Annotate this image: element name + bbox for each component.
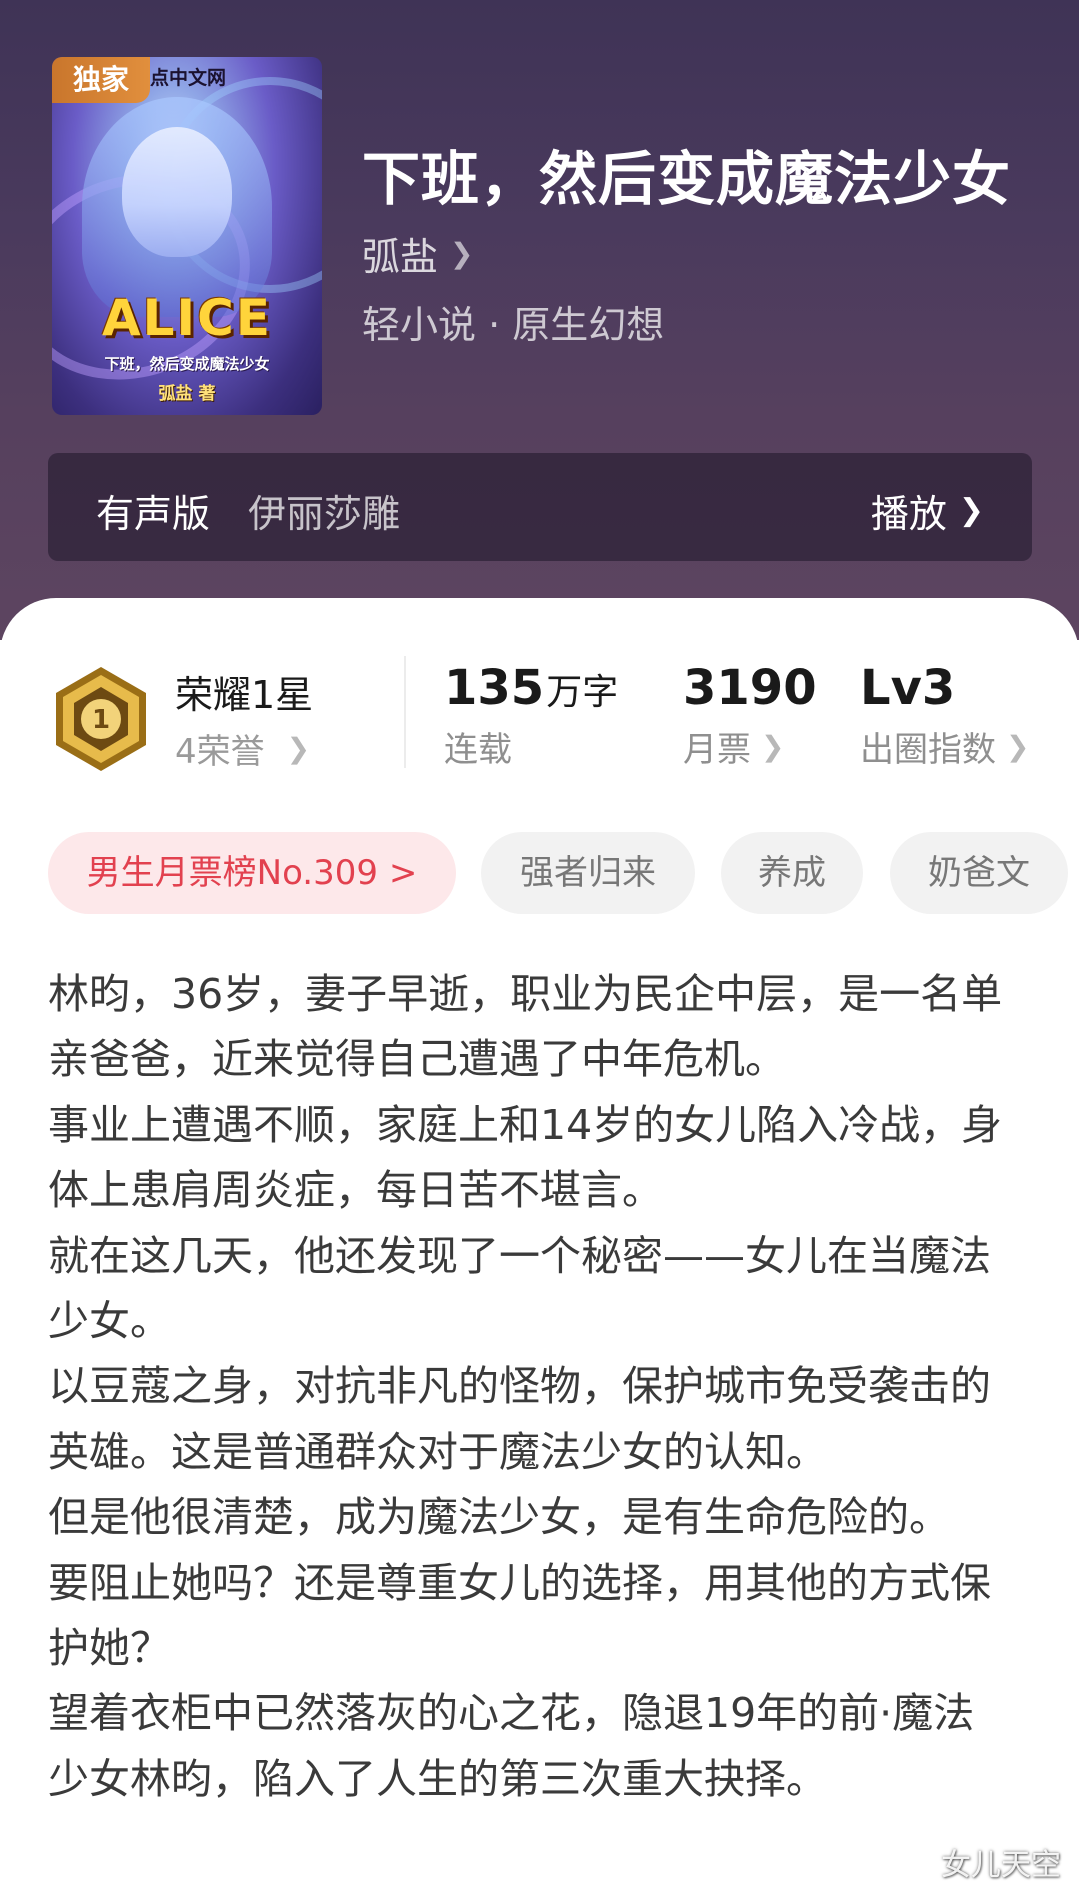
audio-label: 有声版 bbox=[96, 492, 211, 536]
watermark: 女儿天空 bbox=[941, 1848, 1061, 1883]
stat-value: Lv3 bbox=[860, 660, 956, 716]
medal-icon[interactable]: 1 bbox=[52, 665, 150, 773]
divider bbox=[404, 656, 406, 768]
stat-label: 连载 bbox=[444, 730, 512, 770]
stat-label: 月票 bbox=[683, 730, 751, 770]
author-link[interactable]: 弧盐 ❯ bbox=[362, 226, 473, 281]
play-label: 播放 bbox=[870, 492, 947, 536]
book-title: 下班，然后变成魔法少女 bbox=[362, 145, 1012, 213]
medal-number: 1 bbox=[92, 705, 110, 735]
audio-narrator: 伊丽莎雕 bbox=[248, 492, 401, 536]
cover-art-character-face bbox=[122, 127, 232, 257]
synopsis-paragraph: 望着衣柜中已然落灰的心之花，隐退19年的前·魔法少女林昀，陷入了人生的第三次重大… bbox=[48, 1689, 975, 1803]
chevron-right-icon: ❯ bbox=[958, 493, 984, 528]
tag-chip[interactable]: 养成 bbox=[721, 832, 863, 914]
chevron-right-icon: ❯ bbox=[286, 732, 311, 765]
stat-unit: 万字 bbox=[546, 672, 619, 713]
stat-value: 135 bbox=[444, 660, 545, 716]
book-synopsis: 林昀，36岁，妻子早逝，职业为民企中层，是一名单亲爸爸，近来觉得自己遭遇了中年危… bbox=[48, 962, 1008, 1812]
chevron-right-icon: ❯ bbox=[450, 237, 474, 270]
exclusive-badge: 独家 bbox=[52, 57, 150, 103]
book-cover[interactable]: 独家 点中文网 ALICE 下班，然后变成魔法少女 弧盐 著 bbox=[52, 57, 322, 415]
synopsis-paragraph: 林昀，36岁，妻子早逝，职业为民企中层，是一名单亲爸爸，近来觉得自己遭遇了中年危… bbox=[48, 970, 1003, 1084]
tag-chip[interactable]: 奶爸文 bbox=[890, 832, 1068, 914]
stat-label: 出圈指数 bbox=[860, 730, 996, 770]
chevron-right-icon: ❯ bbox=[761, 730, 785, 763]
tag-chip[interactable]: 强者归来 bbox=[481, 832, 695, 914]
synopsis-paragraph: 事业上遭遇不顺，家庭上和14岁的女儿陷入冷战，身体上患肩周炎症，每日苦不堪言。 bbox=[48, 1100, 1003, 1215]
book-genre: 轻小说 · 原生幻想 bbox=[362, 303, 665, 347]
cover-subtitle: 下班，然后变成魔法少女 bbox=[104, 355, 270, 373]
stat-popularity-index[interactable]: Lv3 出圈指数 ❯ bbox=[860, 660, 1029, 771]
stat-value: 3190 bbox=[683, 660, 817, 716]
book-header: 独家 点中文网 ALICE 下班，然后变成魔法少女 弧盐 著 下班，然后变成魔法… bbox=[0, 0, 1079, 640]
audio-version-bar[interactable]: 有声版 伊丽莎雕 播放 ❯ bbox=[48, 453, 1032, 561]
cover-site-text: 点中文网 bbox=[150, 67, 227, 89]
synopsis-paragraph: 要阻止她吗？还是尊重女儿的选择，用其他的方式保护她？ bbox=[48, 1558, 991, 1673]
cover-author: 弧盐 著 bbox=[158, 384, 216, 404]
play-button[interactable]: 播放 ❯ bbox=[871, 483, 984, 538]
synopsis-paragraph: 但是他很清楚，成为魔法少女，是有生命危险的。 bbox=[48, 1493, 950, 1542]
synopsis-paragraph: 就在这几天，他还发现了一个秘密——女儿在当魔法少女。 bbox=[48, 1231, 991, 1346]
honor-title[interactable]: 荣耀1星 bbox=[175, 664, 313, 719]
author-name: 弧盐 bbox=[362, 235, 439, 279]
stat-word-count: 135万字 连载 bbox=[444, 660, 618, 771]
stat-monthly-tickets[interactable]: 3190 月票 ❯ bbox=[683, 660, 817, 771]
chevron-right-icon: ❯ bbox=[1006, 730, 1030, 763]
cover-logo: ALICE bbox=[101, 289, 272, 347]
honor-count-link[interactable]: 4荣誉 ❯ bbox=[175, 724, 310, 773]
honor-count: 4荣誉 bbox=[175, 732, 265, 772]
synopsis-paragraph: 以豆蔻之身，对抗非凡的怪物，保护城市免受袭击的英雄。这是普通群众对于魔法少女的认… bbox=[48, 1362, 991, 1476]
rank-tag[interactable]: 男生月票榜No.309 > bbox=[48, 832, 456, 914]
